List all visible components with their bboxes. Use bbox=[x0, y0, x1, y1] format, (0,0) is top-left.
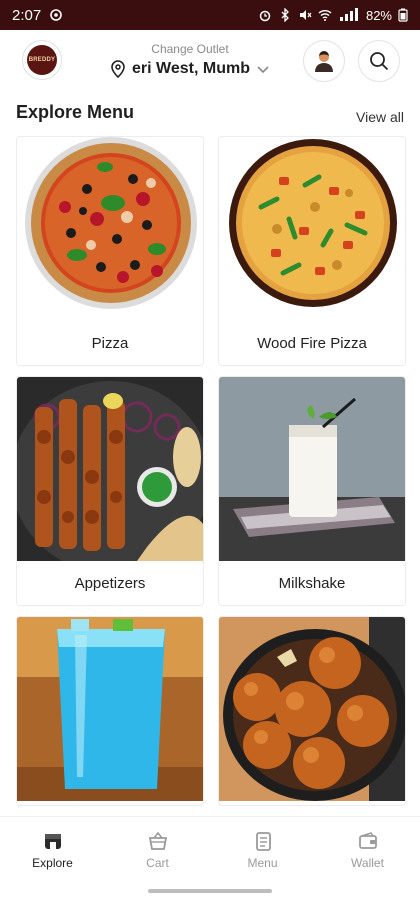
nav-label: Explore bbox=[32, 855, 73, 870]
mute-icon bbox=[299, 10, 312, 20]
signal-icon bbox=[339, 8, 358, 21]
location-pin-icon bbox=[111, 60, 125, 78]
search-button[interactable] bbox=[358, 40, 400, 82]
milkshake-image bbox=[219, 377, 405, 561]
wifi-icon bbox=[318, 10, 332, 21]
appetizers-image bbox=[17, 377, 203, 561]
nav-menu[interactable]: Menu bbox=[223, 830, 303, 870]
outlet-name: eri West, Mumb bbox=[132, 60, 250, 77]
blue-drink-image bbox=[17, 617, 203, 801]
settings-icon bbox=[50, 9, 63, 21]
category-card-wood-fire-pizza[interactable]: Wood Fire Pizza bbox=[218, 136, 406, 366]
nav-wallet[interactable]: Wallet bbox=[328, 830, 408, 870]
battery-percent: 82% bbox=[365, 7, 392, 23]
bluetooth-icon bbox=[281, 8, 289, 22]
category-label bbox=[17, 801, 203, 805]
nav-explore[interactable]: Explore bbox=[13, 830, 93, 870]
menu-book-icon bbox=[255, 831, 271, 851]
explore-menu-header: Explore Menu View all bbox=[16, 98, 404, 126]
user-avatar-icon bbox=[315, 51, 333, 72]
outlet-selector[interactable]: Change Outlet eri West, Mumb bbox=[100, 42, 280, 78]
category-card-beverage[interactable] bbox=[16, 616, 204, 806]
basket-icon bbox=[148, 831, 167, 850]
category-label bbox=[219, 801, 405, 805]
status-bar: 2:07 82% bbox=[0, 0, 420, 30]
wood-fire-pizza-image bbox=[219, 137, 405, 321]
gulab-jamun-image bbox=[219, 617, 405, 801]
bottom-navigation: Explore Cart Menu Wallet bbox=[0, 816, 420, 882]
category-card-pizza[interactable]: Pizza bbox=[16, 136, 204, 366]
nav-cart[interactable]: Cart bbox=[118, 830, 198, 870]
alarm-icon bbox=[259, 10, 271, 22]
section-title: Explore Menu bbox=[16, 101, 135, 122]
search-icon bbox=[370, 52, 389, 71]
chevron-down-icon bbox=[257, 66, 269, 74]
view-all-link[interactable]: View all bbox=[356, 109, 404, 125]
app-header: BREDDY Change Outlet eri West, Mumb bbox=[0, 30, 420, 92]
pizza-image bbox=[17, 137, 203, 321]
category-label: Pizza bbox=[91, 334, 129, 352]
profile-button[interactable] bbox=[303, 40, 345, 82]
logo-text: BREDDY bbox=[27, 45, 57, 75]
store-icon bbox=[44, 833, 61, 849]
brand-logo[interactable]: BREDDY bbox=[22, 40, 62, 80]
category-label: Wood Fire Pizza bbox=[257, 334, 367, 352]
category-card-milkshake[interactable]: Milkshake bbox=[218, 376, 406, 606]
category-label: Appetizers bbox=[74, 574, 146, 592]
nav-label: Menu bbox=[247, 855, 278, 870]
nav-label: Wallet bbox=[351, 855, 384, 870]
status-time: 2:07 bbox=[12, 6, 42, 24]
outlet-caption: Change Outlet bbox=[151, 42, 229, 56]
gesture-home-bar[interactable] bbox=[148, 889, 272, 893]
category-card-dessert[interactable] bbox=[218, 616, 406, 806]
nav-label: Cart bbox=[146, 855, 169, 870]
wallet-icon bbox=[358, 831, 377, 849]
category-card-appetizers[interactable]: Appetizers bbox=[16, 376, 204, 606]
category-label: Milkshake bbox=[278, 574, 346, 592]
battery-icon bbox=[398, 8, 408, 22]
